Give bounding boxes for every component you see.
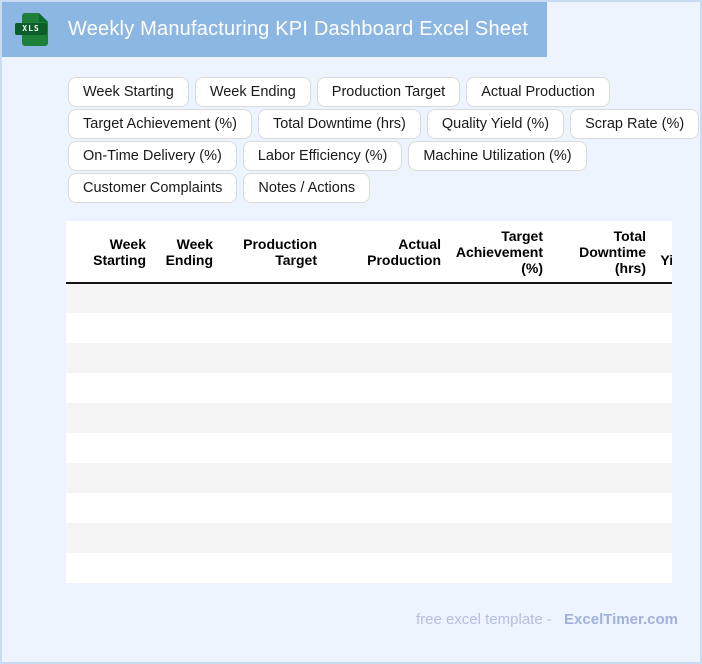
table-row bbox=[66, 433, 672, 463]
chip-customer-complaints[interactable]: Customer Complaints bbox=[68, 173, 238, 203]
chip-week-ending[interactable]: Week Ending bbox=[194, 77, 311, 107]
chip-actual-production[interactable]: Actual Production bbox=[466, 77, 610, 107]
table-row bbox=[66, 523, 672, 553]
header-row: Week Starting Week Ending Production Tar… bbox=[66, 221, 672, 284]
chip-week-starting[interactable]: Week Starting bbox=[68, 77, 189, 107]
column-header-total-downtime: Total Downtime (hrs) bbox=[545, 221, 648, 284]
table-row bbox=[66, 283, 672, 313]
chip-row: On-Time Delivery (%) Labor Efficiency (%… bbox=[68, 141, 700, 171]
chip-machine-utilization[interactable]: Machine Utilization (%) bbox=[408, 141, 587, 171]
footer-text: free excel template - bbox=[415, 611, 552, 628]
chip-row: Customer Complaints Notes / Actions bbox=[68, 173, 700, 203]
title-bar: XLS Weekly Manufacturing KPI Dashboard E… bbox=[2, 2, 547, 57]
chip-row: Target Achievement (%) Total Downtime (h… bbox=[68, 109, 700, 139]
empty-cell bbox=[66, 283, 672, 313]
table-row bbox=[66, 313, 672, 343]
xls-file-icon: XLS bbox=[15, 13, 48, 46]
empty-cell bbox=[66, 403, 672, 433]
column-header-target-achievement: Target Achievement (%) bbox=[443, 221, 545, 284]
page-title: Weekly Manufacturing KPI Dashboard Excel… bbox=[68, 18, 529, 40]
field-chips: Week Starting Week Ending Production Tar… bbox=[68, 77, 700, 203]
chip-scrap-rate[interactable]: Scrap Rate (%) bbox=[570, 109, 700, 139]
column-header-week-ending: Week Ending bbox=[148, 221, 215, 284]
table-row bbox=[66, 373, 672, 403]
empty-cell bbox=[66, 553, 672, 583]
xls-badge: XLS bbox=[15, 23, 47, 35]
table-row bbox=[66, 463, 672, 493]
empty-cell bbox=[66, 493, 672, 523]
empty-cell bbox=[66, 373, 672, 403]
column-header-quality-yield: Quality Yield (%) bbox=[648, 221, 672, 284]
empty-cell bbox=[66, 313, 672, 343]
chip-total-downtime[interactable]: Total Downtime (hrs) bbox=[257, 109, 421, 139]
kpi-table-viewport: Week Starting Week Ending Production Tar… bbox=[66, 221, 672, 583]
page: XLS Weekly Manufacturing KPI Dashboard E… bbox=[0, 0, 702, 664]
chip-labor-efficiency[interactable]: Labor Efficiency (%) bbox=[242, 141, 403, 171]
empty-cell bbox=[66, 433, 672, 463]
table-row bbox=[66, 493, 672, 523]
table-row bbox=[66, 343, 672, 373]
empty-cell bbox=[66, 463, 672, 493]
chip-notes-actions[interactable]: Notes / Actions bbox=[243, 173, 371, 203]
footer-brand-link[interactable]: ExcelTimer.com bbox=[564, 611, 678, 628]
column-header-actual-production: Actual Production bbox=[319, 221, 443, 284]
empty-cell bbox=[66, 343, 672, 373]
chip-production-target[interactable]: Production Target bbox=[316, 77, 461, 107]
empty-cell bbox=[66, 523, 672, 553]
column-header-production-target: Production Target bbox=[215, 221, 319, 284]
xls-fold-flap bbox=[39, 13, 48, 22]
table-row bbox=[66, 403, 672, 433]
chip-target-achievement[interactable]: Target Achievement (%) bbox=[68, 109, 252, 139]
kpi-table: Week Starting Week Ending Production Tar… bbox=[66, 221, 672, 583]
footer: free excel template - ExcelTimer.com bbox=[2, 611, 678, 628]
chip-on-time-delivery[interactable]: On-Time Delivery (%) bbox=[68, 141, 237, 171]
table-row bbox=[66, 553, 672, 583]
chip-quality-yield[interactable]: Quality Yield (%) bbox=[426, 109, 565, 139]
column-header-week-starting: Week Starting bbox=[66, 221, 148, 284]
table-body bbox=[66, 283, 672, 583]
chip-row: Week Starting Week Ending Production Tar… bbox=[68, 77, 700, 107]
